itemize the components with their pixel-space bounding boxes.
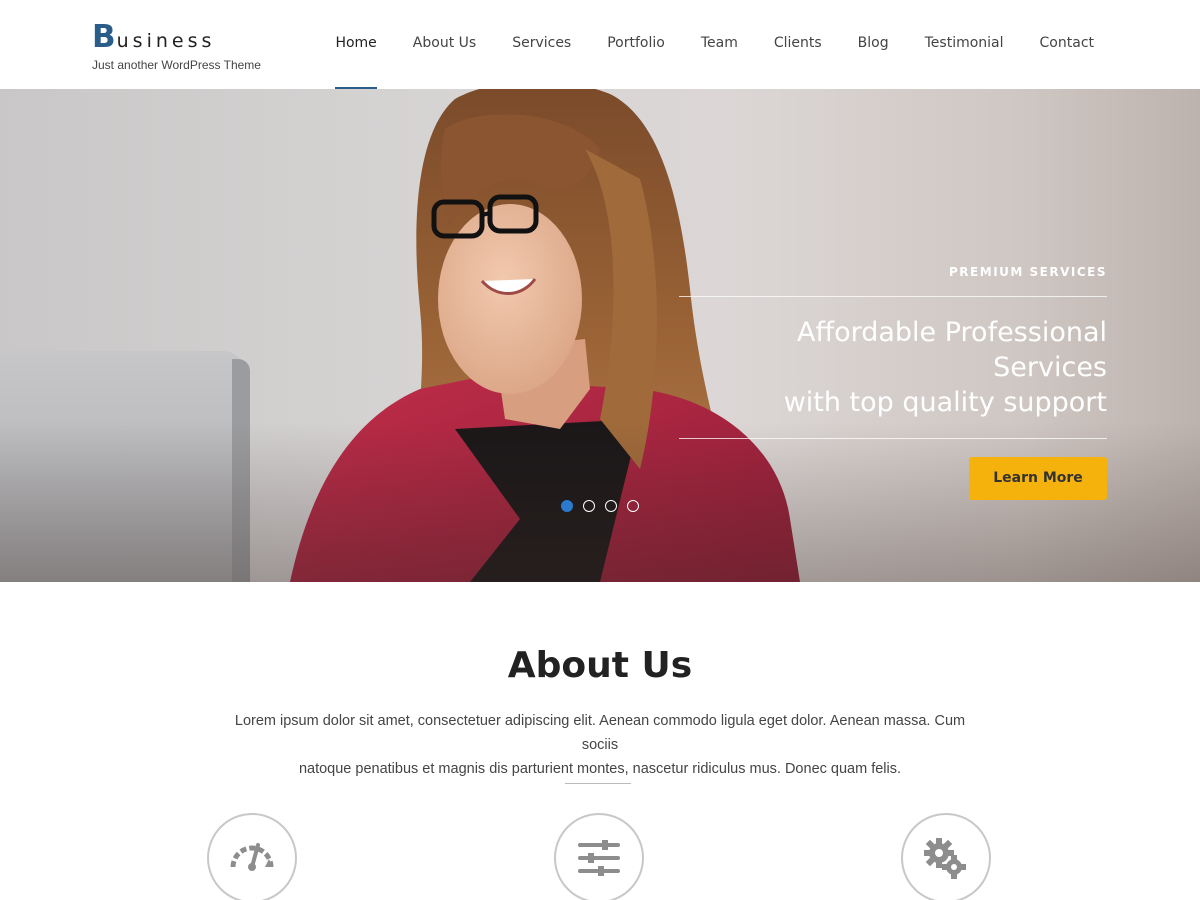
- logo-rest: usiness: [116, 30, 216, 52]
- slider-dot-1[interactable]: [561, 500, 573, 512]
- feature-settings[interactable]: [554, 813, 644, 900]
- site-logo[interactable]: Business Just another WordPress Theme: [92, 22, 261, 73]
- hero-slider: PREMIUM SERVICES Affordable Professional…: [0, 89, 1200, 582]
- nav-item-services[interactable]: Services: [494, 0, 589, 89]
- nav-item-contact[interactable]: Contact: [1022, 0, 1112, 89]
- section-divider: [565, 783, 631, 784]
- nav-item-about-us[interactable]: About Us: [395, 0, 494, 89]
- hero-headline-line2: with top quality support: [783, 387, 1107, 418]
- slider-dot-2[interactable]: [583, 500, 595, 512]
- site-title[interactable]: Business: [92, 22, 261, 56]
- main-nav: Home About Us Services Portfolio Team Cl…: [317, 0, 1112, 89]
- speedometer-icon: [230, 843, 274, 871]
- slider-dot-4[interactable]: [627, 500, 639, 512]
- nav-item-home[interactable]: Home: [317, 0, 394, 89]
- nav-item-clients[interactable]: Clients: [756, 0, 840, 89]
- nav-item-portfolio[interactable]: Portfolio: [589, 0, 683, 89]
- about-text: Lorem ipsum dolor sit amet, consectetuer…: [215, 709, 985, 781]
- about-text-line1: Lorem ipsum dolor sit amet, consectetuer…: [234, 713, 966, 753]
- logo-initial: B: [92, 19, 117, 55]
- nav-item-blog[interactable]: Blog: [840, 0, 907, 89]
- nav-item-team[interactable]: Team: [683, 0, 756, 89]
- hero-caption: PREMIUM SERVICES Affordable Professional…: [679, 265, 1107, 500]
- slider-pagination: [561, 500, 639, 512]
- hero-eyebrow: PREMIUM SERVICES: [679, 265, 1107, 297]
- hero-headline-line1: Affordable Professional Services: [797, 317, 1107, 383]
- slider-dot-3[interactable]: [605, 500, 617, 512]
- about-text-line2: natoque penatibus et magnis dis parturie…: [298, 761, 902, 777]
- sliders-icon: [578, 840, 620, 876]
- gears-icon: [924, 838, 966, 879]
- site-header: Business Just another WordPress Theme Ho…: [0, 0, 1200, 89]
- about-section: About Us Lorem ipsum dolor sit amet, con…: [0, 582, 1200, 900]
- feature-gears[interactable]: [901, 813, 991, 900]
- about-title: About Us: [507, 645, 693, 686]
- nav-item-testimonial[interactable]: Testimonial: [907, 0, 1022, 89]
- learn-more-button[interactable]: Learn More: [969, 457, 1107, 500]
- feature-speed[interactable]: [207, 813, 297, 900]
- site-tagline: Just another WordPress Theme: [92, 58, 261, 72]
- hero-headline: Affordable Professional Services with to…: [679, 297, 1107, 439]
